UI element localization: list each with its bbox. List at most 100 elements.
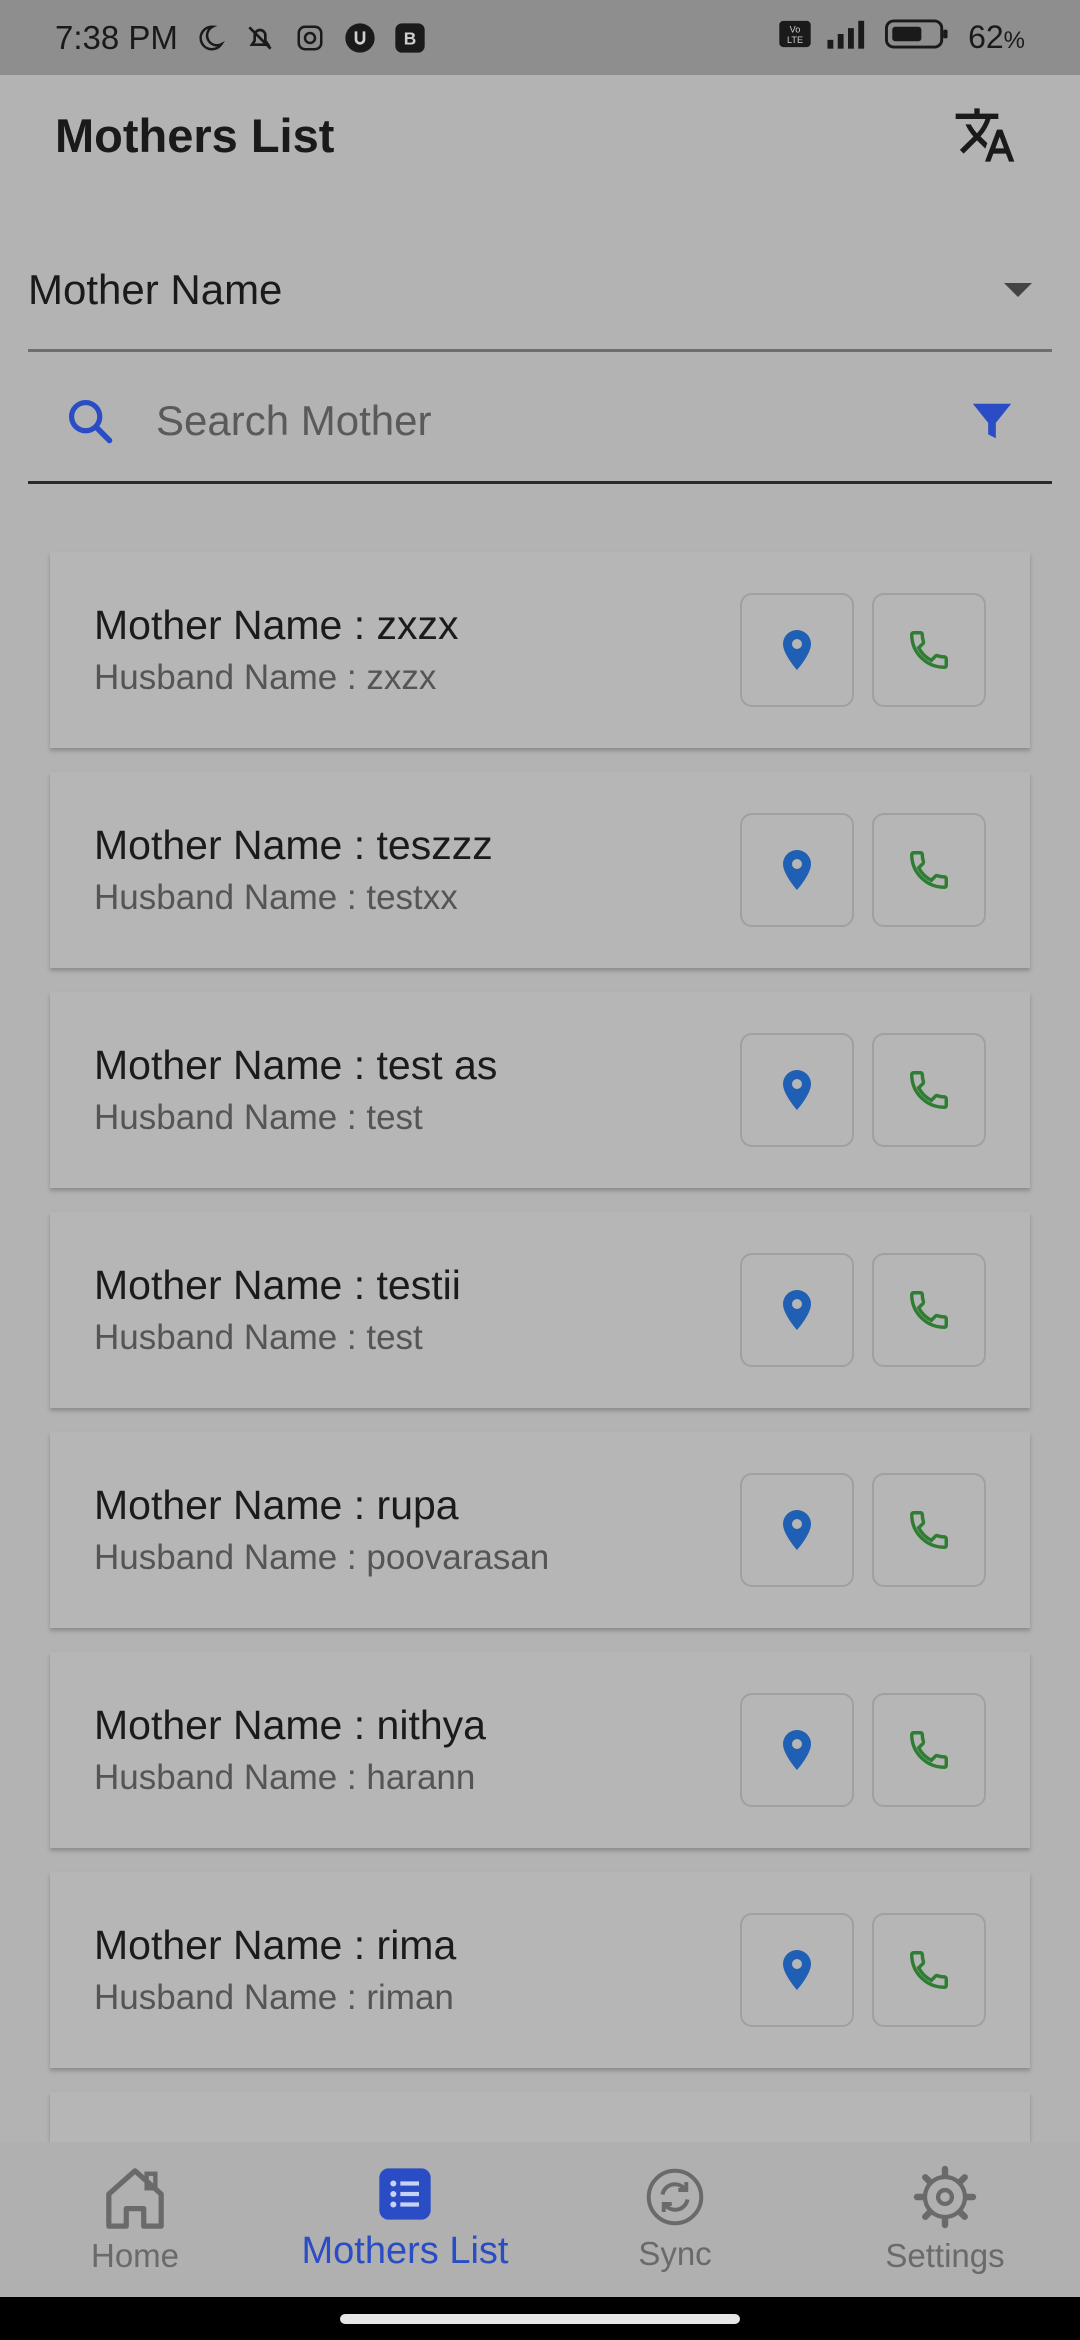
nav-mothers-list[interactable]: Mothers List <box>270 2142 540 2297</box>
list-item[interactable]: Mother Name : rupa Husband Name : poovar… <box>50 1432 1030 1628</box>
bottom-navigation: Home Mothers List Sync Settings <box>0 2142 1080 2297</box>
mothers-list: Mother Name : zxzx Husband Name : zxzx M… <box>50 552 1030 2176</box>
mother-name: Mother Name : rima <box>94 1922 457 1968</box>
location-button[interactable] <box>740 1473 854 1587</box>
volte-icon: Vo LTE <box>778 19 812 57</box>
mother-name: Mother Name : rupa <box>94 1482 459 1528</box>
status-time: 7:38 PM <box>55 18 178 56</box>
call-button[interactable] <box>872 1693 986 1807</box>
battery-icon <box>884 18 954 58</box>
list-item[interactable]: Mother Name : test as Husband Name : tes… <box>50 992 1030 1188</box>
home-indicator[interactable] <box>340 2314 740 2324</box>
phone-icon <box>910 631 948 669</box>
list-item[interactable]: Mother Name : nithya Husband Name : hara… <box>50 1652 1030 1848</box>
list-item[interactable]: Mother Name : testii Husband Name : test <box>50 1212 1030 1408</box>
search-icon <box>68 399 113 443</box>
location-button[interactable] <box>740 1693 854 1807</box>
muted-bell-icon <box>242 20 278 56</box>
list-item-actions <box>740 1253 986 1367</box>
list-item[interactable]: Mother Name : rima Husband Name : riman <box>50 1872 1030 2068</box>
list-item-text: Mother Name : nithya Husband Name : hara… <box>94 1697 740 1803</box>
svg-text:LTE: LTE <box>787 35 803 45</box>
location-button[interactable] <box>740 593 854 707</box>
husband-name: Husband Name : testxx <box>94 878 458 917</box>
filter-icon <box>972 403 1012 438</box>
signal-icon <box>826 19 870 57</box>
phone-icon <box>910 1291 948 1329</box>
husband-name: Husband Name : zxzx <box>94 658 437 697</box>
list-item-text: Mother Name : rupa Husband Name : poovar… <box>94 1477 740 1583</box>
list-item-actions <box>740 593 986 707</box>
translate-button[interactable] <box>945 95 1025 175</box>
phone-icon <box>910 851 948 889</box>
nav-settings[interactable]: Settings <box>810 2142 1080 2297</box>
list-item-actions <box>740 1913 986 2027</box>
status-right: Vo LTE 62% <box>778 18 1025 58</box>
location-pin-icon <box>783 1950 811 1990</box>
husband-name: Husband Name : harann <box>94 1758 476 1797</box>
search-input[interactable] <box>156 396 962 445</box>
list-item-text: Mother Name : zxzx Husband Name : zxzx <box>94 597 740 703</box>
list-item[interactable]: Mother Name : teszzz Husband Name : test… <box>50 772 1030 968</box>
location-button[interactable] <box>740 1033 854 1147</box>
call-button[interactable] <box>872 1253 986 1367</box>
mother-name: Mother Name : teszzz <box>94 822 493 868</box>
husband-name: Husband Name : test <box>94 1318 423 1357</box>
location-button[interactable] <box>740 1913 854 2027</box>
nav-settings-label: Settings <box>885 2236 1005 2274</box>
caret-down-icon <box>1004 282 1032 297</box>
location-button[interactable] <box>740 813 854 927</box>
list-item[interactable]: Mother Name : zxzx Husband Name : zxzx <box>50 552 1030 748</box>
app-b-icon: B <box>392 20 428 56</box>
call-button[interactable] <box>872 1033 986 1147</box>
mother-name: Mother Name : test as <box>94 1042 498 1088</box>
filter-button[interactable] <box>962 391 1022 451</box>
phone-icon <box>910 1071 948 1109</box>
app-bar: Mothers List <box>0 75 1080 195</box>
location-pin-icon <box>783 1290 811 1330</box>
location-pin-icon <box>783 850 811 890</box>
battery-percent: 62% <box>968 19 1025 55</box>
home-icon <box>106 2167 164 2229</box>
list-item-text: Mother Name : rima Husband Name : riman <box>94 1917 740 2023</box>
call-button[interactable] <box>872 1473 986 1587</box>
svg-text:B: B <box>404 28 417 48</box>
sync-icon <box>646 2168 704 2225</box>
status-left: 7:38 PM B <box>55 19 428 57</box>
list-item-text: Mother Name : teszzz Husband Name : test… <box>94 817 740 923</box>
page-title: Mothers List <box>55 108 335 162</box>
nav-mothers-list-label: Mothers List <box>301 2230 509 2272</box>
phone-icon <box>910 1731 948 1769</box>
nav-sync-label: Sync <box>638 2234 712 2272</box>
husband-name: Husband Name : riman <box>94 1978 454 2017</box>
list-item-text: Mother Name : testii Husband Name : test <box>94 1257 740 1363</box>
instagram-icon <box>292 20 328 56</box>
search-bar <box>28 360 1052 484</box>
filter-dropdown-value: Mother Name <box>28 265 283 313</box>
location-pin-icon <box>783 1070 811 1110</box>
mother-name: Mother Name : testii <box>94 1262 461 1308</box>
filter-dropdown[interactable]: Mother Name <box>28 230 1052 352</box>
location-button[interactable] <box>740 1253 854 1367</box>
location-pin-icon <box>783 630 811 670</box>
call-button[interactable] <box>872 593 986 707</box>
husband-name: Husband Name : poovarasan <box>94 1538 550 1577</box>
call-button[interactable] <box>872 813 986 927</box>
svg-text:Vo: Vo <box>790 24 801 34</box>
translate-icon <box>955 108 1015 162</box>
app-u-icon <box>342 20 378 56</box>
list-icon <box>379 2168 431 2220</box>
list-item-actions <box>740 1693 986 1807</box>
mothers-list-items: Mother Name : zxzx Husband Name : zxzx M… <box>50 552 1030 2068</box>
husband-name: Husband Name : test <box>94 1098 423 1137</box>
call-button[interactable] <box>872 1913 986 2027</box>
phone-icon <box>910 1511 948 1549</box>
settings-gear-icon <box>913 2165 977 2228</box>
list-item-text: Mother Name : test as Husband Name : tes… <box>94 1037 740 1143</box>
nav-sync[interactable]: Sync <box>540 2142 810 2297</box>
nav-home[interactable]: Home <box>0 2142 270 2297</box>
nav-home-label: Home <box>90 2236 180 2274</box>
location-pin-icon <box>783 1730 811 1770</box>
location-pin-icon <box>783 1510 811 1550</box>
mother-name: Mother Name : zxzx <box>94 602 459 648</box>
